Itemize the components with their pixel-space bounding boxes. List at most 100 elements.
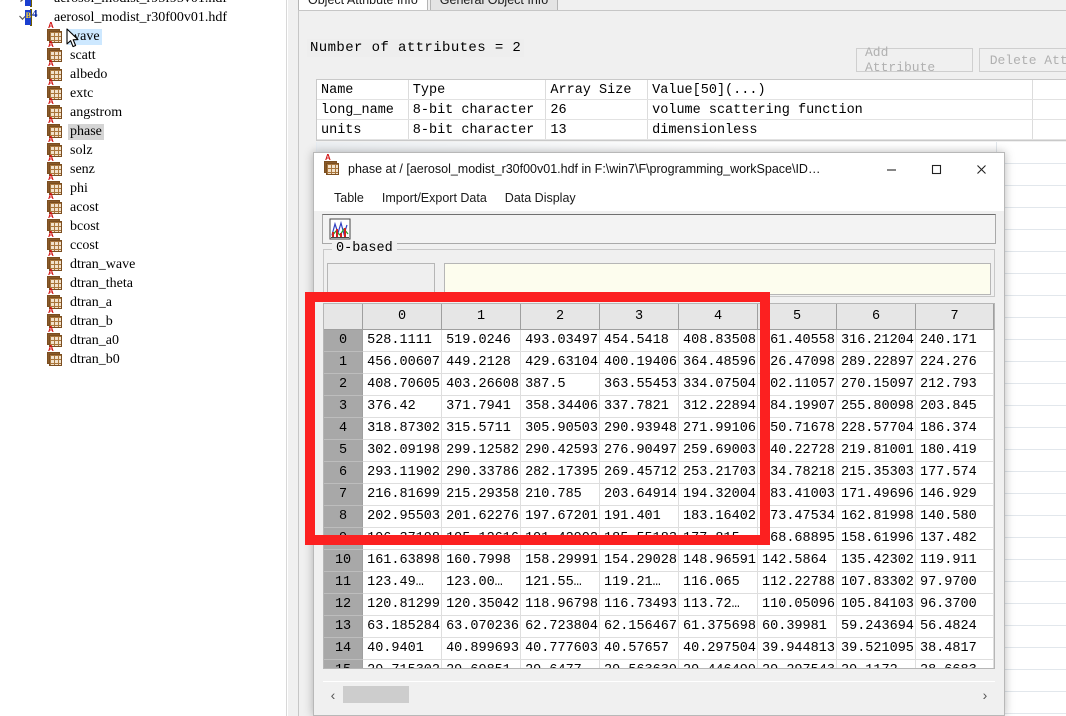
- data-cell-10-6[interactable]: 135.42302: [836, 549, 916, 572]
- data-cell-13-5[interactable]: 60.39981: [757, 615, 837, 638]
- data-cell-5-0[interactable]: 302.09198: [362, 439, 443, 462]
- close-icon[interactable]: [959, 154, 1004, 185]
- data-cell-10-2[interactable]: 158.29991: [520, 549, 601, 572]
- data-cell-1-1[interactable]: 449.2128: [441, 351, 522, 374]
- data-cell-7-1[interactable]: 215.29358: [441, 483, 522, 506]
- horizontal-scrollbar[interactable]: ‹ ›: [323, 681, 995, 707]
- sidebar-item-ccost[interactable]: Accost: [0, 230, 286, 255]
- scroll-right-arrow-icon[interactable]: ›: [975, 687, 995, 703]
- data-cell-14-0[interactable]: 40.9401: [362, 637, 443, 660]
- data-row-header-0[interactable]: 0: [324, 329, 364, 352]
- data-cell-7-4[interactable]: 194.32004: [678, 483, 759, 506]
- data-cell-10-3[interactable]: 154.29028: [599, 549, 680, 572]
- data-cell-12-1[interactable]: 120.35042: [441, 593, 522, 616]
- data-cell-9-4[interactable]: 177.815: [678, 527, 759, 550]
- data-cell-13-6[interactable]: 59.243694: [836, 615, 916, 638]
- data-cell-5-7[interactable]: 180.419: [915, 439, 994, 462]
- tree-item-root[interactable]: 4B aerosol_modist_r30f00v01.hdf: [0, 8, 286, 27]
- data-cell-13-4[interactable]: 61.375698: [678, 615, 759, 638]
- sidebar-item-wave[interactable]: Awave: [0, 21, 286, 46]
- attribute-table-row[interactable]: long_name 8-bit character 26 volume scat…: [317, 100, 1066, 120]
- cell-value-input[interactable]: [444, 263, 991, 295]
- data-cell-8-1[interactable]: 201.62276: [441, 505, 522, 528]
- data-cell-0-7[interactable]: 240.171: [915, 329, 994, 352]
- table-row[interactable]: 2 408.70605 403.26608 387.5 363.55453 334.075…: [324, 373, 994, 396]
- data-cell-2-6[interactable]: 270.15097: [836, 373, 916, 396]
- data-column-header-2[interactable]: 2: [520, 304, 601, 330]
- attribute-table-row[interactable]: units 8-bit character 13 dimensionless: [317, 120, 1066, 140]
- data-cell-11-7[interactable]: 97.9700: [915, 571, 994, 594]
- data-cell-15-1[interactable]: 29.69851: [441, 659, 522, 668]
- sidebar-item-solz[interactable]: Asolz: [0, 135, 286, 160]
- data-cell-2-7[interactable]: 212.793: [915, 373, 994, 396]
- sidebar-item-dtran_a0[interactable]: Adtran_a0: [0, 325, 286, 350]
- data-cell-3-7[interactable]: 203.845: [915, 395, 994, 418]
- sidebar-item-dtran_a[interactable]: Adtran_a: [0, 287, 286, 312]
- data-cell-3-5[interactable]: 284.19907: [757, 395, 837, 418]
- scroll-left-arrow-icon[interactable]: ‹: [323, 687, 343, 703]
- menu-table[interactable]: Table: [325, 188, 373, 208]
- data-cell-12-7[interactable]: 96.3700: [915, 593, 994, 616]
- data-cell-11-0[interactable]: 123.49…: [362, 571, 443, 594]
- data-column-header-3[interactable]: 3: [599, 304, 680, 330]
- data-cell-8-2[interactable]: 197.67201: [520, 505, 601, 528]
- data-cell-9-2[interactable]: 191.42902: [520, 527, 601, 550]
- data-cell-14-1[interactable]: 40.899693: [441, 637, 522, 660]
- data-cell-2-2[interactable]: 387.5: [520, 373, 601, 396]
- data-row-header-1[interactable]: 1: [324, 351, 364, 374]
- data-cell-6-2[interactable]: 282.17395: [520, 461, 601, 484]
- data-cell-7-5[interactable]: 183.41003: [757, 483, 837, 506]
- data-cell-5-4[interactable]: 259.69003: [678, 439, 759, 462]
- data-row-header-11[interactable]: 11: [324, 571, 364, 594]
- data-cell-11-2[interactable]: 121.55…: [520, 571, 601, 594]
- data-cell-9-3[interactable]: 185.55183: [599, 527, 680, 550]
- sidebar-item-acost[interactable]: Aacost: [0, 192, 286, 217]
- data-row-header-5[interactable]: 5: [324, 439, 364, 462]
- sidebar-item-senz[interactable]: Asenz: [0, 154, 286, 179]
- data-row-header-10[interactable]: 10: [324, 549, 364, 572]
- sidebar-item-albedo[interactable]: Aalbedo: [0, 59, 286, 84]
- data-cell-5-1[interactable]: 299.12582: [441, 439, 522, 462]
- data-column-header-5[interactable]: 5: [757, 304, 837, 330]
- scrollbar-thumb[interactable]: [343, 686, 409, 703]
- table-row[interactable]: 12 120.81299 120.35042 118.96798 116.73493 11…: [324, 593, 994, 616]
- data-cell-10-5[interactable]: 142.5864: [757, 549, 837, 572]
- data-cell-12-3[interactable]: 116.73493: [599, 593, 680, 616]
- data-cell-6-7[interactable]: 177.574: [915, 461, 994, 484]
- data-column-header-6[interactable]: 6: [836, 304, 916, 330]
- data-cell-5-3[interactable]: 276.90497: [599, 439, 680, 462]
- data-cell-11-5[interactable]: 112.22788: [757, 571, 837, 594]
- data-cell-5-2[interactable]: 290.42593: [520, 439, 601, 462]
- data-row-header-15[interactable]: 15: [324, 659, 364, 668]
- data-cell-14-4[interactable]: 40.297504: [678, 637, 759, 660]
- data-cell-15-6[interactable]: 29.1172: [836, 659, 916, 668]
- data-cell-2-0[interactable]: 408.70605: [362, 373, 443, 396]
- data-cell-8-5[interactable]: 173.47534: [757, 505, 837, 528]
- table-row[interactable]: 9 196.37198 195.12616 191.42902 185.55183 177…: [324, 527, 994, 550]
- scrollbar-track[interactable]: [343, 686, 975, 703]
- cell-reference-input[interactable]: [327, 263, 435, 295]
- data-cell-3-4[interactable]: 312.22894: [678, 395, 759, 418]
- data-cell-6-4[interactable]: 253.21703: [678, 461, 759, 484]
- data-row-header-7[interactable]: 7: [324, 483, 364, 506]
- data-cell-15-7[interactable]: 28.6683: [915, 659, 994, 668]
- data-cell-15-5[interactable]: 29.297543: [757, 659, 837, 668]
- data-row-header-14[interactable]: 14: [324, 637, 364, 660]
- data-cell-15-4[interactable]: 29.446499: [678, 659, 759, 668]
- data-cell-6-3[interactable]: 269.45712: [599, 461, 680, 484]
- menu-data-display[interactable]: Data Display: [496, 188, 585, 208]
- data-cell-1-2[interactable]: 429.63104: [520, 351, 601, 374]
- data-cell-0-6[interactable]: 316.21204: [836, 329, 916, 352]
- data-cell-7-3[interactable]: 203.64914: [599, 483, 680, 506]
- sidebar-item-angstrom[interactable]: Aangstrom: [0, 97, 286, 122]
- data-cell-3-0[interactable]: 376.42: [362, 395, 443, 418]
- data-cell-0-4[interactable]: 408.83508: [678, 329, 759, 352]
- data-cell-13-7[interactable]: 56.4824: [915, 615, 994, 638]
- data-table[interactable]: 01234567 0 528.1111 519.0246 493.03497 454.5…: [324, 304, 994, 668]
- table-row[interactable]: 4 318.87302 315.5711 305.90503 290.93948 271.…: [324, 417, 994, 440]
- data-cell-1-6[interactable]: 289.22897: [836, 351, 916, 374]
- data-cell-4-2[interactable]: 305.90503: [520, 417, 601, 440]
- data-row-header-13[interactable]: 13: [324, 615, 364, 638]
- data-grid[interactable]: 01234567 0 528.1111 519.0246 493.03497 454.5…: [323, 303, 995, 669]
- data-cell-13-0[interactable]: 63.185284: [362, 615, 443, 638]
